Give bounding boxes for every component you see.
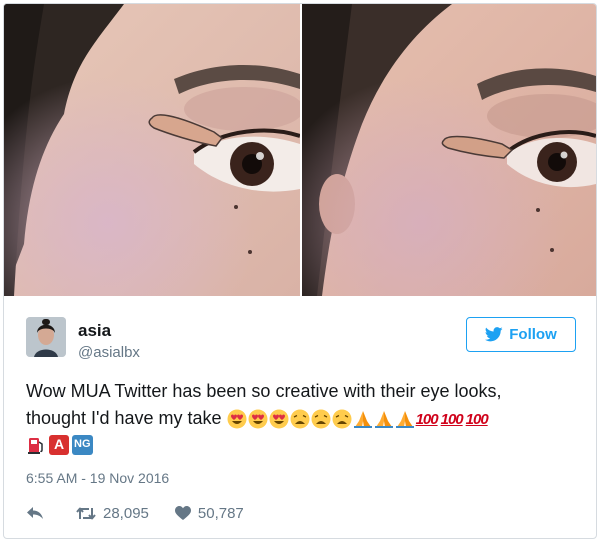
twitter-bird-icon [485,327,503,342]
ng-badge: NG [72,434,93,455]
avatar-image [26,317,66,357]
like-count: 50,787 [197,504,244,522]
weary-face-icon [311,409,331,429]
tweet-text-line-3: A NG [26,434,582,455]
emoji-row: 100 100 100 [227,406,490,433]
praying-hands-icon [353,411,372,429]
tweet-text-line-1: Wow MUA Twitter has been so creative wit… [26,381,502,401]
tweet-text: Wow MUA Twitter has been so creative wit… [26,378,582,455]
tweet-photo-right[interactable] [302,4,596,296]
heart-eyes-face-icon [227,409,247,429]
tweet-card: asia @asialbx Follow Wow MUA Twitter has… [3,3,597,539]
avatar[interactable] [26,317,66,357]
hundred-points-icon: 100 [465,410,489,428]
tweet-timestamp[interactable]: 6:55 AM - 19 Nov 2016 [26,470,169,486]
heart-icon [174,505,191,521]
follow-button[interactable]: Follow [466,317,576,352]
fuel-pump-icon [28,437,43,454]
hundred-points-icon: 100 [415,410,439,428]
author-handle[interactable]: @asialbx [78,344,140,361]
praying-hands-icon [374,411,393,429]
tweet-header: asia @asialbx Follow [26,317,576,367]
heart-eyes-face-icon [248,409,268,429]
retweet-icon [76,506,96,521]
follow-label: Follow [509,326,557,343]
praying-hands-icon [395,411,414,429]
tweet-media[interactable] [4,4,596,296]
heart-eyes-face-icon [269,409,289,429]
retweet-button[interactable]: 28,095 [76,505,149,522]
letter-a-badge: A [49,434,69,455]
author-name[interactable]: asia [78,321,111,341]
reply-button[interactable] [26,506,44,521]
weary-face-icon [332,409,352,429]
reply-icon [26,506,44,521]
hundred-points-icon: 100 [440,410,464,428]
tweet-text-line-2: thought I'd have my take 100 100 100 [26,405,582,433]
like-button[interactable]: 50,787 [174,504,244,522]
tweet-photo-left[interactable] [4,4,302,296]
weary-face-icon [290,409,310,429]
tweet-text-line-2-text: thought I'd have my take [26,408,222,428]
retweet-count: 28,095 [103,504,149,522]
tweet-actions: 28,095 50,787 [26,502,244,524]
